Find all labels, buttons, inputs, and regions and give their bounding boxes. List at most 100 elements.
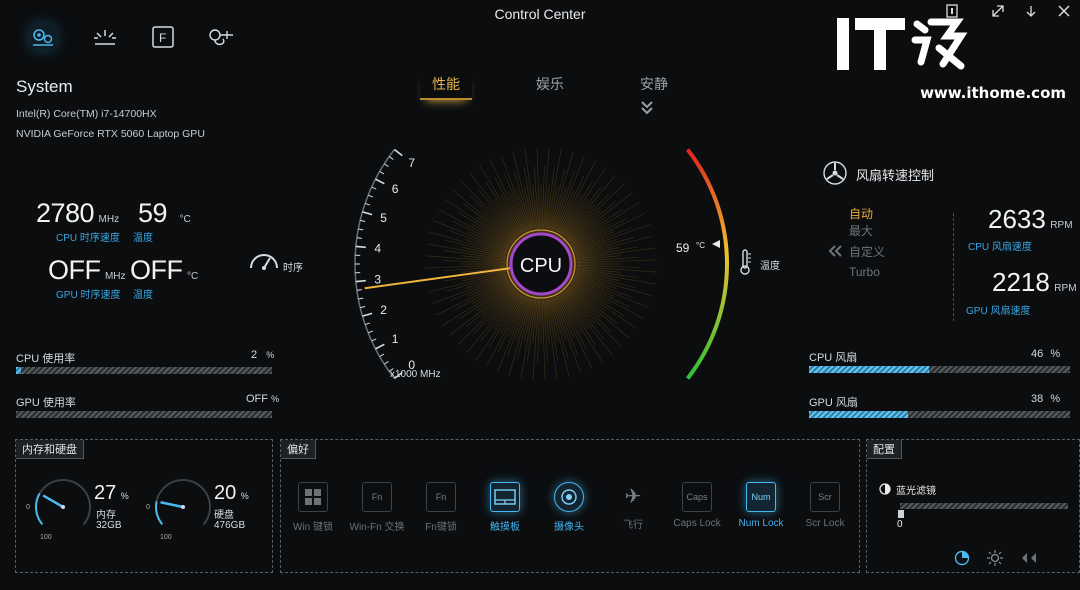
pref-camera-label: 摄像头	[554, 522, 584, 533]
lighting-icon[interactable]	[92, 24, 118, 50]
gpu-usage-label: GPU 使用率	[16, 397, 76, 409]
function-key-icon[interactable]: F	[150, 24, 176, 50]
scale-tick	[368, 194, 374, 198]
double-chevron-left-icon[interactable]	[828, 244, 842, 262]
blue-light-slider[interactable]	[900, 503, 1068, 509]
clock-scale-ticks: 01234567	[355, 148, 415, 380]
cpu-fan-label: CPU 风扇	[809, 352, 858, 364]
scale-tick	[360, 219, 366, 223]
gpu-usage-bar	[16, 411, 272, 418]
disk-readout: 20 %	[214, 482, 249, 505]
scale-tick	[362, 211, 373, 216]
cpu-clock-readout: 2780 MHz	[36, 198, 119, 229]
scale-tick	[379, 170, 385, 175]
blue-light-label: 蓝光滤镜	[896, 486, 936, 497]
temp-pointer-icon	[712, 240, 720, 248]
scale-tick	[393, 148, 403, 157]
disk-label: 硬盘	[214, 510, 234, 521]
memory-label: 内存	[96, 510, 116, 521]
cpu-temp-readout: 59 °C	[138, 198, 191, 229]
temp-marker: 59 °C	[676, 240, 720, 255]
scale-tick	[388, 156, 394, 160]
tab-entertainment[interactable]: 娱乐	[524, 70, 576, 100]
mode-tabs: 性能 娱乐 安静	[420, 70, 680, 100]
memory-size: 32GB	[96, 520, 122, 531]
pref-win-key-lock-label: Win 键锁	[293, 522, 333, 533]
cpu-usage-label: CPU 使用率	[16, 353, 76, 365]
svg-text:F: F	[159, 31, 166, 45]
pref-camera[interactable]: 摄像头	[539, 482, 599, 533]
memory-gauge-min: 0	[26, 504, 30, 511]
scale-tick-label: 6	[392, 182, 399, 196]
peripheral-icon[interactable]	[207, 24, 233, 50]
system-title: System	[16, 77, 73, 96]
cpu-clock-label: CPU 时序速度	[56, 233, 120, 244]
tab-performance[interactable]: 性能	[420, 70, 472, 100]
pref-airplane[interactable]: ✈ 飞行	[603, 482, 663, 532]
pref-scr-lock[interactable]: Scr Scr Lock	[795, 482, 855, 529]
pref-airplane-label: 飞行	[623, 520, 643, 531]
temperature-arc	[685, 148, 729, 380]
pref-num-lock[interactable]: Num Num Lock	[731, 482, 791, 529]
scale-tick	[383, 163, 389, 167]
memory-panel: 内存和硬盘 0 100 27 % 内存 32GB 0 100 20 % 硬盘 4…	[15, 439, 273, 573]
scale-tick	[358, 228, 364, 231]
scale-tick	[379, 353, 385, 358]
gpu-name: NVIDIA GeForce RTX 5060 Laptop GPU	[16, 128, 205, 140]
scale-tick	[375, 343, 385, 350]
system-settings-icon[interactable]	[30, 24, 56, 50]
scale-tick	[375, 178, 385, 185]
scale-tick	[364, 202, 371, 206]
cpu-usage-unit: %	[266, 350, 275, 360]
pref-num-lock-label: Num Lock	[738, 518, 784, 529]
fan-mode-custom[interactable]: 自定义	[849, 243, 885, 260]
cpu-temp-value: 59	[138, 198, 168, 228]
fan-mode-max[interactable]: 最大	[849, 222, 873, 239]
brightness-icon[interactable]	[987, 550, 1003, 571]
audio-icon[interactable]	[1020, 550, 1038, 571]
thermometer-icon	[737, 248, 753, 281]
disk-gauge-hub	[181, 505, 185, 509]
display-mode-icon[interactable]	[954, 550, 970, 571]
pref-win-key-lock[interactable]: Win 键锁	[283, 482, 343, 533]
memory-gauge-arc	[35, 492, 44, 525]
memory-unit: %	[120, 491, 129, 501]
num-key-icon: Num	[746, 482, 776, 512]
scale-tick	[355, 279, 366, 283]
memory-panel-title: 内存和硬盘	[16, 440, 84, 459]
close-icon[interactable]	[1057, 4, 1071, 23]
gpu-usage-value: OFF	[246, 393, 268, 405]
cpu-clock-unit: MHz	[98, 214, 120, 225]
pref-fn-lock[interactable]: Fn Fn键锁	[411, 482, 471, 533]
scale-tick	[360, 305, 366, 309]
fan-mode-auto[interactable]: 自动	[849, 205, 873, 222]
cpu-fan-value: 46	[1031, 348, 1044, 360]
cpu-temp-unit: °C	[179, 214, 191, 225]
pref-touchpad[interactable]: 触摸板	[475, 482, 535, 533]
tab-quiet[interactable]: 安静	[628, 70, 680, 100]
ithome-logo	[835, 14, 985, 79]
scale-tick-label: 3	[374, 273, 381, 287]
double-chevron-down-icon[interactable]	[639, 99, 655, 120]
pref-scr-lock-label: Scr Lock	[805, 518, 845, 529]
pref-caps-lock-label: Caps Lock	[673, 518, 721, 529]
gpu-fan-bar	[809, 411, 1070, 418]
restore-icon[interactable]	[991, 4, 1005, 23]
minimize-icon[interactable]	[1024, 4, 1038, 23]
preferences-panel-title: 偏好	[281, 440, 316, 459]
disk-value: 20	[214, 482, 237, 504]
pref-win-fn-swap[interactable]: Fn Win-Fn 交换	[347, 482, 407, 533]
memory-readout: 27 %	[94, 482, 129, 505]
pref-fn-lock-label: Fn键锁	[425, 522, 457, 533]
fan-mode-turbo[interactable]: Turbo	[849, 265, 880, 279]
speedometer-icon	[248, 248, 280, 277]
blue-light-slider-handle[interactable]	[898, 510, 904, 518]
gpu-temp-label: 温度	[133, 290, 153, 301]
gpu-rpm-value: 2218	[992, 267, 1050, 297]
scale-tick	[356, 289, 362, 291]
clock-scale-arc	[354, 149, 396, 379]
pref-touchpad-label: 触摸板	[490, 522, 520, 533]
scale-tick-label: 2	[380, 303, 387, 317]
pref-caps-lock[interactable]: Caps Caps Lock	[667, 482, 727, 529]
cpu-rpm-label: CPU 风扇速度	[968, 242, 1032, 253]
